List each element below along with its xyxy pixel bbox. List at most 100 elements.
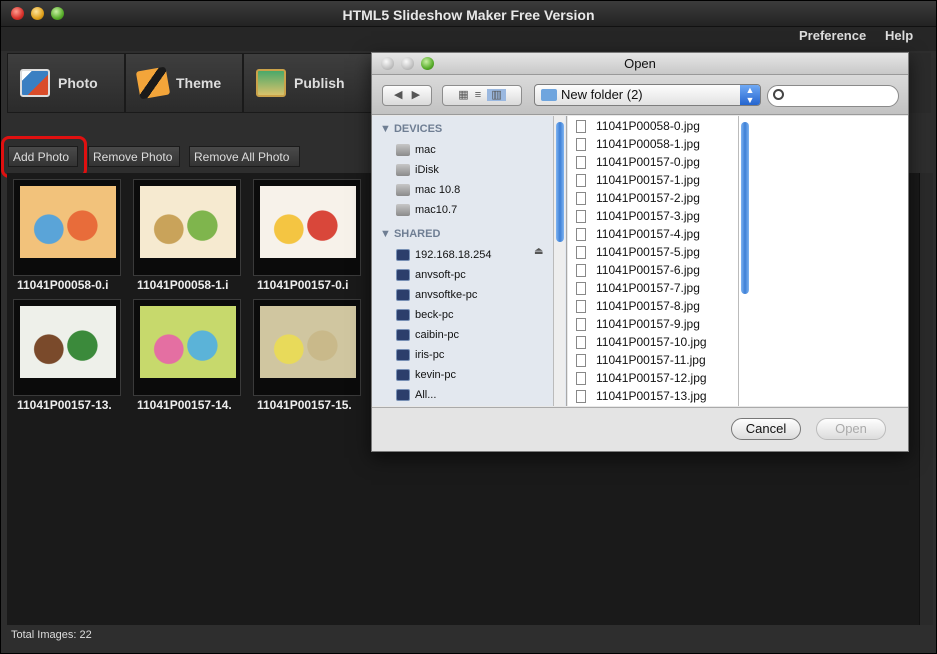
file-item[interactable]: 11041P00058-0.jpg <box>576 119 700 133</box>
sidebar-scroll-knob[interactable] <box>556 122 564 242</box>
document-icon <box>576 371 586 385</box>
computer-icon <box>396 289 410 301</box>
file-name: 11041P00058-1.jpg <box>596 137 700 151</box>
drive-icon <box>396 164 410 176</box>
sidebar-shared-item[interactable]: anvsoft-pc <box>396 269 466 281</box>
back-arrow-icon[interactable]: ◀ <box>394 89 402 101</box>
photo-thumbnail[interactable] <box>253 179 361 276</box>
photo-thumbnail[interactable] <box>13 179 121 276</box>
file-name: 11041P00157-0.jpg <box>596 155 700 169</box>
list-view-icon[interactable]: ≡ <box>475 89 481 101</box>
sidebar-item-label: iDisk <box>415 164 439 176</box>
sidebar-shared-item[interactable]: beck-pc <box>396 309 454 321</box>
file-name: 11041P00058-0.jpg <box>596 119 700 133</box>
file-item[interactable]: 11041P00157-2.jpg <box>576 191 700 205</box>
add-photo-highlight <box>1 136 87 178</box>
file-item[interactable]: 11041P00157-6.jpg <box>576 263 700 277</box>
file-item[interactable]: 11041P00058-1.jpg <box>576 137 700 151</box>
sidebar-device-item[interactable]: mac 10.8 <box>396 184 460 196</box>
file-name: 11041P00157-8.jpg <box>596 299 700 313</box>
title-bar: HTML5 Slideshow Maker Free Version <box>1 1 936 27</box>
open-button[interactable]: Open <box>816 418 886 440</box>
thumbnail-image <box>140 306 236 378</box>
back-forward-control[interactable]: ◀ ▶ <box>382 85 432 106</box>
preference-menu[interactable]: Preference <box>799 28 866 43</box>
photo-thumbnail[interactable] <box>133 299 241 396</box>
sidebar-device-item[interactable]: iDisk <box>396 164 439 176</box>
file-item[interactable]: 11041P00157-9.jpg <box>576 317 700 331</box>
sidebar-scrollbar[interactable] <box>553 116 565 406</box>
document-icon <box>576 191 586 205</box>
photo-thumbnail[interactable] <box>13 299 121 396</box>
remove-all-photo-button[interactable]: Remove All Photo <box>189 146 300 167</box>
dialog-minimize-button[interactable] <box>401 57 414 70</box>
file-item[interactable]: 11041P00157-1.jpg <box>576 173 700 187</box>
tab-publish-label: Publish <box>294 75 345 91</box>
sidebar-shared-item[interactable]: kevin-pc <box>396 369 456 381</box>
devices-header[interactable]: ▼ DEVICES <box>380 123 442 135</box>
file-item[interactable]: 11041P00157-13.jpg <box>576 389 707 403</box>
folder-icon <box>541 89 557 101</box>
devices-label: DEVICES <box>393 123 443 135</box>
shared-header[interactable]: ▼ SHARED <box>380 228 440 240</box>
file-name: 11041P00157-7.jpg <box>596 281 700 295</box>
tab-photo[interactable]: Photo <box>7 53 125 113</box>
file-scroll-knob[interactable] <box>741 122 749 294</box>
document-icon <box>576 353 586 367</box>
view-mode-control[interactable]: ▦ ≡ ▥ <box>442 85 522 106</box>
theme-icon <box>135 66 171 100</box>
dialog-toolbar: ◀ ▶ ▦ ≡ ▥ New folder (2) ▲ ▼ <box>372 75 908 115</box>
dialog-zoom-button[interactable] <box>421 57 434 70</box>
file-item[interactable]: 11041P00157-7.jpg <box>576 281 700 295</box>
sidebar-item-label: 192.168.18.254 <box>415 249 492 261</box>
file-item[interactable]: 11041P00157-10.jpg <box>576 335 707 349</box>
document-icon <box>576 173 586 187</box>
column-view-icon[interactable]: ▥ <box>487 89 506 101</box>
file-name: 11041P00157-13.jpg <box>596 389 707 403</box>
sidebar-shared-item[interactable]: anvsoftke-pc <box>396 289 477 301</box>
file-item[interactable]: 11041P00157-11.jpg <box>576 353 706 367</box>
dialog-title-bar: Open <box>372 53 908 75</box>
sidebar-item-label: beck-pc <box>415 309 454 321</box>
forward-arrow-icon[interactable]: ▶ <box>412 89 420 101</box>
document-icon <box>576 317 586 331</box>
search-field[interactable] <box>767 85 899 107</box>
cancel-button[interactable]: Cancel <box>731 418 801 440</box>
sidebar-shared-item[interactable]: All... <box>396 389 436 401</box>
thumbnail-image <box>20 306 116 378</box>
sidebar-shared-item[interactable]: 192.168.18.254 <box>396 249 491 261</box>
help-menu[interactable]: Help <box>885 28 913 43</box>
file-item[interactable]: 11041P00157-5.jpg <box>576 245 700 259</box>
file-item[interactable]: 11041P00157-8.jpg <box>576 299 700 313</box>
computer-icon <box>396 249 410 261</box>
eject-icon[interactable]: ⏏ <box>534 246 543 257</box>
sidebar-item-label: All... <box>415 389 437 401</box>
photo-thumbnail[interactable] <box>253 299 361 396</box>
computer-icon <box>396 369 410 381</box>
file-item[interactable]: 11041P00157-12.jpg <box>576 371 707 385</box>
sidebar-shared-item[interactable]: iris-pc <box>396 349 444 361</box>
sidebar-device-item[interactable]: mac <box>396 144 436 156</box>
folder-popup[interactable]: New folder (2) ▲ ▼ <box>534 84 761 106</box>
document-icon <box>576 245 586 259</box>
grid-scrollbar[interactable] <box>919 173 933 625</box>
remove-photo-button[interactable]: Remove Photo <box>88 146 180 167</box>
shared-label: SHARED <box>393 228 441 240</box>
tab-publish[interactable]: Publish <box>243 53 373 113</box>
file-list-scrollbar[interactable] <box>738 116 750 406</box>
tab-theme[interactable]: Theme <box>125 53 243 113</box>
file-item[interactable]: 11041P00157-4.jpg <box>576 227 700 241</box>
document-icon <box>576 389 586 403</box>
photo-icon <box>20 69 50 97</box>
icon-view-icon[interactable]: ▦ <box>458 89 468 101</box>
sidebar-shared-item[interactable]: caibin-pc <box>396 329 459 341</box>
file-item[interactable]: 11041P00157-3.jpg <box>576 209 700 223</box>
publish-icon <box>256 69 286 97</box>
photo-thumbnail[interactable] <box>133 179 241 276</box>
dialog-close-button[interactable] <box>381 57 394 70</box>
file-name: 11041P00157-2.jpg <box>596 191 700 205</box>
file-item[interactable]: 11041P00157-0.jpg <box>576 155 700 169</box>
sidebar-device-item[interactable]: mac10.7 <box>396 204 457 216</box>
sidebar-item-label: mac10.7 <box>415 204 458 216</box>
thumbnail-label: 11041P00058-0.i <box>17 278 109 292</box>
